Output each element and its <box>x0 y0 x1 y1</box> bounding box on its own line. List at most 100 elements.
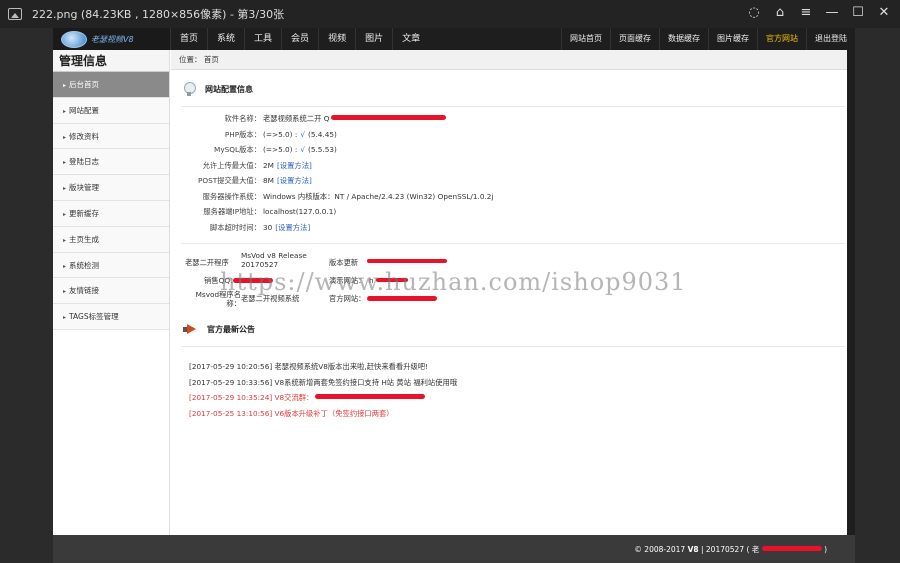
quick-nav-item[interactable]: 页面缓存 <box>610 28 659 50</box>
check-icon: √ <box>300 129 305 139</box>
nav-item[interactable]: 工具 <box>244 28 281 50</box>
news-text: [2017-05-29 10:35:24] V8交流群： <box>189 393 314 402</box>
config-row: 软件名称： 老瑟视频系统二开 Q <box>171 111 855 127</box>
config-label: 允许上传最大值： <box>202 160 261 170</box>
config-section-header: 网站配置信息 <box>183 80 855 98</box>
site-logo[interactable]: 老瑟视频V8 <box>53 28 170 50</box>
nav-item[interactable]: 系统 <box>207 28 244 50</box>
sidebar-item[interactable]: ▸ 登陆日志 <box>53 149 169 176</box>
sidebar-title: 管理信息 <box>53 50 169 72</box>
quick-nav-item[interactable]: 数据缓存 <box>659 28 708 50</box>
demo-label: 演示网站： <box>329 276 366 285</box>
settings-link[interactable]: [设置方法] <box>275 223 310 232</box>
close-icon[interactable]: ✕ <box>876 5 892 21</box>
config-value-text: (=>5.0) : <box>263 129 298 139</box>
nav-item[interactable]: 图片 <box>355 28 392 50</box>
config-value: (=>5.0) : √ (5.4.45) <box>263 127 337 143</box>
sidebar-item[interactable]: ▸ 网站配置 <box>53 97 169 124</box>
config-row: POST提交最大值： 8M [设置方法] <box>171 173 855 189</box>
program-value: MsVod v8 Release 20170527 <box>241 251 307 269</box>
footer: © 2008-2017 V8 | 20170527 ( 老 ) <box>53 535 855 563</box>
caret-right-icon: ▸ <box>63 314 67 322</box>
nav-item[interactable]: 首页 <box>170 28 207 50</box>
scrollbar[interactable] <box>847 50 855 535</box>
sidebar-item-label: 主页生成 <box>69 234 100 244</box>
sidebar-item[interactable]: ▸ 主页生成 <box>53 226 169 253</box>
quick-nav-item[interactable]: 退出登陆 <box>806 28 855 50</box>
config-title: 网站配置信息 <box>205 84 253 94</box>
news-item[interactable]: [2017-05-29 10:20:56] 老瑟视频系统V8版本出来啦,赶快来看… <box>189 359 855 375</box>
config-value-text: Windows 内核版本：NT / Apache/2.4.23 (Win32) … <box>263 191 494 201</box>
news-item[interactable]: [2017-05-29 10:35:24] V8交流群： <box>189 390 855 406</box>
news-item[interactable]: [2017-05-29 10:33:56] V8系统新增两套免签约接口支持 H站… <box>189 375 855 391</box>
settings-link[interactable]: [设置方法] <box>277 161 312 170</box>
config-row: MySQL版本： (=>5.0) : √ (5.5.53) <box>171 142 855 158</box>
menu-icon[interactable]: ≡ <box>798 5 814 21</box>
sidebar: 管理信息 ▸ 后台首页 ▸ 网站配置 ▸ 修改资料 ▸ 登陆日志 ▸ 版块管理 ▸ 更新缓存 ▸ 主页生成… <box>53 50 170 535</box>
logo-icon <box>61 30 87 48</box>
sidebar-item[interactable]: ▸ 友情链接 <box>53 278 169 305</box>
nav-item[interactable]: 会员 <box>281 28 318 50</box>
official-label: 官方网站： <box>329 294 366 303</box>
redacted-mark <box>331 115 447 120</box>
config-value: localhost(127.0.0.1) <box>263 204 336 220</box>
quick-nav-item[interactable]: 网站首页 <box>561 28 610 50</box>
config-value: 30 [设置方法] <box>263 220 310 236</box>
admin-site: 老瑟视频V8 首页 系统 工具 会员 视频 图片 文章 网站首页 页面缓存 数据缓存 图片缓存 官方… <box>53 28 855 563</box>
maximize-icon[interactable]: ☐ <box>850 5 866 21</box>
sidebar-item-label: 后台首页 <box>69 80 100 89</box>
config-value: 老瑟视频系统二开 Q <box>263 111 447 127</box>
caret-right-icon: ▸ <box>63 107 67 115</box>
image-viewer-titlebar: 222.png (84.23KB , 1280×856像素) - 第3/30张 … <box>0 0 900 28</box>
redacted-mark <box>367 259 447 263</box>
config-value-text: 8M <box>263 176 274 185</box>
config-value-text: 老瑟视频系统二开 Q <box>263 114 330 123</box>
copyright-end: ) <box>824 545 827 554</box>
sidebar-item[interactable]: ▸ 系统检测 <box>53 252 169 279</box>
chat-icon[interactable]: ◌ <box>746 5 762 21</box>
shirt-icon[interactable]: ⌂ <box>772 5 788 21</box>
config-value: 2M [设置方法] <box>263 158 312 174</box>
settings-link[interactable]: [设置方法] <box>277 176 312 185</box>
config-value-text: localhost(127.0.0.1) <box>263 207 337 216</box>
caret-right-icon: ▸ <box>63 185 67 193</box>
config-value: Windows 内核版本：NT / Apache/2.4.23 (Win32) … <box>263 189 493 205</box>
top-navigation: 老瑟视频V8 首页 系统 工具 会员 视频 图片 文章 网站首页 页面缓存 数据缓存 图片缓存 官方… <box>53 28 855 50</box>
nav-item[interactable]: 视频 <box>318 28 355 50</box>
config-label: MySQL版本： <box>214 145 261 154</box>
program-label: 老瑟二开程序 <box>185 258 229 267</box>
nav-item[interactable]: 文章 <box>392 28 429 50</box>
caret-right-icon: ▸ <box>63 210 67 218</box>
config-row: 服务器操作系统： Windows 内核版本：NT / Apache/2.4.23 … <box>171 189 855 205</box>
news-section-header: 官方最新公告 <box>183 320 855 338</box>
news-item[interactable]: [2017-05-25 13:10:56] V6版本升级补丁（免签约接口两套） <box>189 406 855 422</box>
redacted-mark <box>233 278 273 283</box>
breadcrumb: 位置： 首页 <box>171 50 855 70</box>
sidebar-item[interactable]: ▸ 修改资料 <box>53 123 169 150</box>
config-extra: (5.4.45) <box>307 129 337 139</box>
sidebar-item[interactable]: ▸ 后台首页 <box>53 72 169 98</box>
sidebar-item-label: 友情链接 <box>69 286 100 296</box>
divider <box>181 106 845 107</box>
caret-right-icon: ▸ <box>63 236 67 244</box>
config-row: 脚本超时时间： 30 [设置方法] <box>171 220 855 236</box>
news-title: 官方最新公告 <box>207 324 255 334</box>
minimize-icon[interactable]: — <box>824 5 840 21</box>
sidebar-item[interactable]: ▸ TAGS标签管理 <box>53 304 169 330</box>
demo-value: h <box>369 276 374 285</box>
news-list: [2017-05-29 10:20:56] 老瑟视频系统V8版本出来啦,赶快来看… <box>171 359 855 421</box>
config-value-text: 2M <box>263 160 274 170</box>
sidebar-item[interactable]: ▸ 更新缓存 <box>53 200 169 227</box>
main-nav: 首页 系统 工具 会员 视频 图片 文章 <box>170 28 429 50</box>
megaphone-icon <box>183 324 197 335</box>
config-value-text: (=>5.0) : <box>263 145 298 154</box>
config-label: 服务器操作系统： <box>202 191 261 201</box>
quick-nav-item[interactable]: 官方网站 <box>757 28 806 50</box>
news-text: [2017-05-29 10:33:56] V8系统新增两套免签约接口支持 H站… <box>189 377 458 387</box>
sidebar-item[interactable]: ▸ 版块管理 <box>53 175 169 201</box>
config-label: POST提交最大值： <box>197 176 261 185</box>
quick-nav-item[interactable]: 图片缓存 <box>708 28 757 50</box>
copyright-suffix: | 20170527 ( 老 <box>701 545 760 554</box>
caret-right-icon: ▸ <box>63 288 67 296</box>
config-row: 服务器端IP地址： localhost(127.0.0.1) <box>171 204 855 220</box>
